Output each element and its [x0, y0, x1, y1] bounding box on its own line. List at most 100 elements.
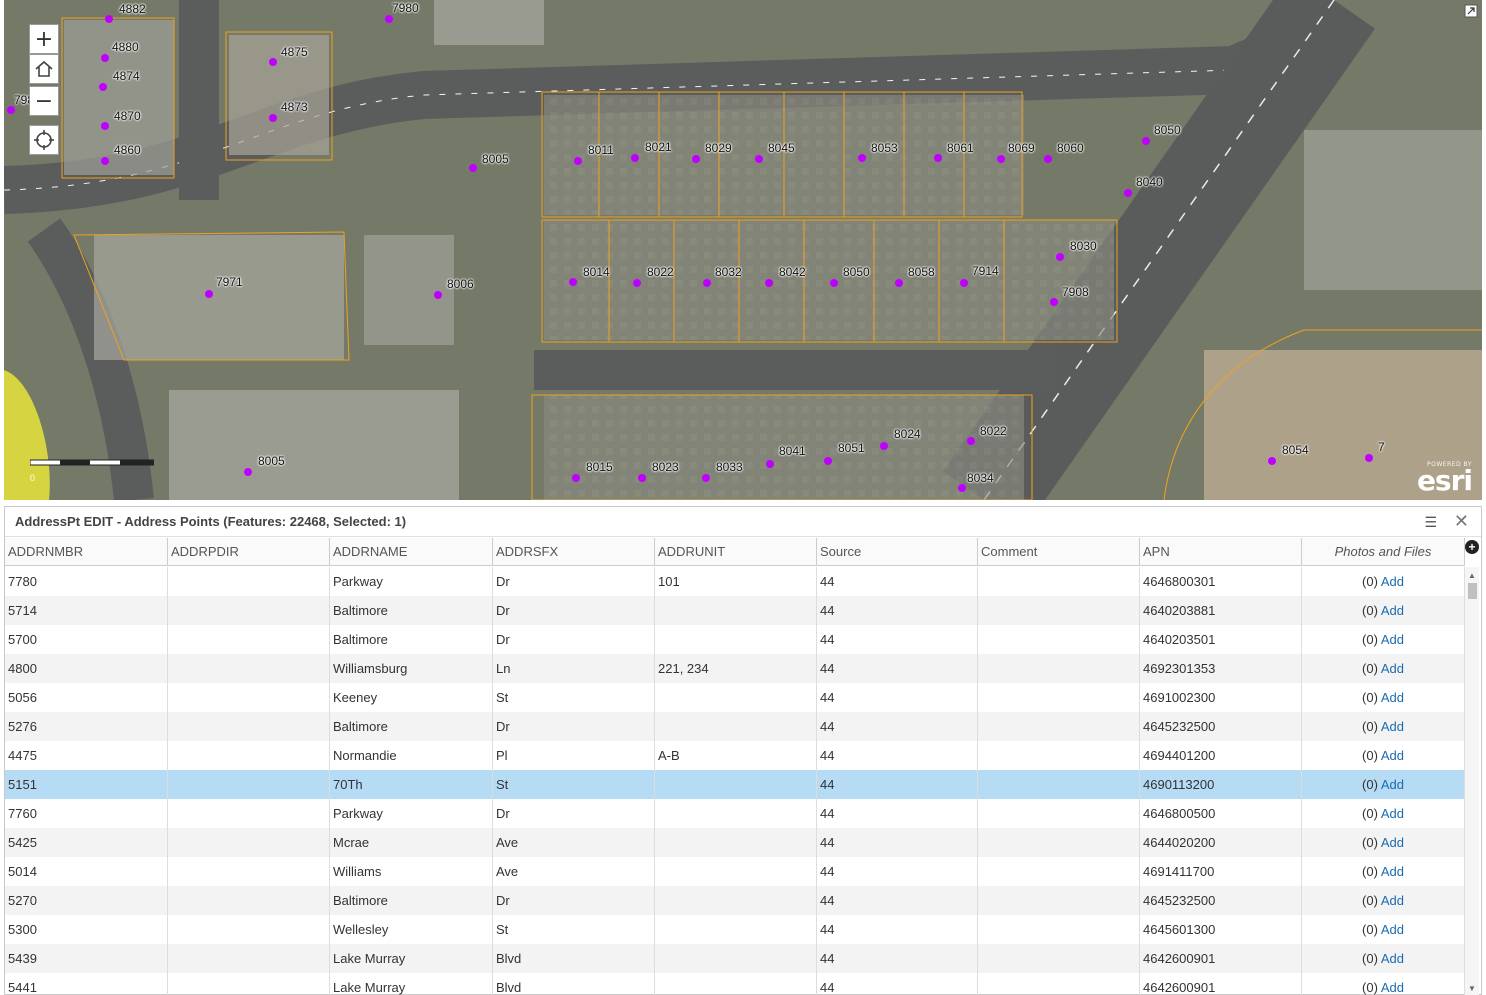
cell-apn[interactable]: 4645232500 — [1140, 886, 1302, 915]
close-icon[interactable]: ✕ — [1454, 511, 1469, 532]
cell-source[interactable]: 44 — [817, 654, 978, 683]
table-row[interactable]: 4475 Normandie Pl A-B 44 4694401200 (0) Add — [5, 741, 1465, 770]
add-attachment-link[interactable]: Add — [1381, 777, 1404, 792]
cell-addrunit[interactable] — [655, 857, 817, 886]
cell-addrunit[interactable] — [655, 886, 817, 915]
cell-source[interactable]: 44 — [817, 596, 978, 625]
cell-comment[interactable] — [978, 828, 1140, 857]
cell-addrname[interactable]: Williams — [330, 857, 493, 886]
table-row[interactable]: 7760 Parkway Dr 44 4646800500 (0) Add — [5, 799, 1465, 828]
table-row[interactable]: 5276 Baltimore Dr 44 4645232500 (0) Add — [5, 712, 1465, 741]
cell-source[interactable]: 44 — [817, 973, 978, 995]
add-attachment-link[interactable]: Add — [1381, 806, 1404, 821]
menu-icon[interactable]: ☰ — [1424, 514, 1437, 531]
cell-addrnmbr[interactable]: 4800 — [5, 654, 168, 683]
cell-source[interactable]: 44 — [817, 828, 978, 857]
add-attachment-link[interactable]: Add — [1381, 632, 1404, 647]
cell-addrsfx[interactable]: St — [493, 915, 655, 944]
cell-apn[interactable]: 4644020200 — [1140, 828, 1302, 857]
column-header-addrname[interactable]: ADDRNAME — [330, 538, 493, 566]
cell-apn[interactable]: 4691411700 — [1140, 857, 1302, 886]
locate-button[interactable] — [29, 125, 59, 155]
table-body[interactable]: 7780 Parkway Dr 101 44 4646800301 (0) Add 5714 B… — [5, 567, 1465, 995]
cell-comment[interactable] — [978, 625, 1140, 654]
add-attachment-link[interactable]: Add — [1381, 864, 1404, 879]
cell-addrsfx[interactable]: Ln — [493, 654, 655, 683]
cell-comment[interactable] — [978, 857, 1140, 886]
cell-addrname[interactable]: Mcrae — [330, 828, 493, 857]
cell-addrsfx[interactable]: Ave — [493, 828, 655, 857]
add-attachment-link[interactable]: Add — [1381, 951, 1404, 966]
add-attachment-link[interactable]: Add — [1381, 574, 1404, 589]
cell-apn[interactable]: 4646800301 — [1140, 567, 1302, 596]
cell-addrunit[interactable]: 221, 234 — [655, 654, 817, 683]
zoom-out-button[interactable]: − — [29, 86, 59, 116]
add-attachment-link[interactable]: Add — [1381, 719, 1404, 734]
column-header-photos-and-files[interactable]: Photos and Files — [1302, 538, 1465, 566]
cell-comment[interactable] — [978, 567, 1140, 596]
cell-comment[interactable] — [978, 683, 1140, 712]
cell-addrsfx[interactable]: Dr — [493, 712, 655, 741]
cell-addrpdir[interactable] — [168, 915, 330, 944]
column-header-source[interactable]: Source — [817, 538, 978, 566]
cell-addrsfx[interactable]: Blvd — [493, 944, 655, 973]
cell-addrunit[interactable] — [655, 973, 817, 995]
cell-addrname[interactable]: Parkway — [330, 567, 493, 596]
cell-addrpdir[interactable] — [168, 596, 330, 625]
column-header-addrunit[interactable]: ADDRUNIT — [655, 538, 817, 566]
cell-addrsfx[interactable]: Dr — [493, 799, 655, 828]
add-column-icon[interactable]: + — [1465, 540, 1479, 554]
table-row[interactable]: 5270 Baltimore Dr 44 4645232500 (0) Add — [5, 886, 1465, 915]
add-attachment-link[interactable]: Add — [1381, 603, 1404, 618]
cell-addrnmbr[interactable]: 5425 — [5, 828, 168, 857]
cell-apn[interactable]: 4692301353 — [1140, 654, 1302, 683]
cell-source[interactable]: 44 — [817, 625, 978, 654]
cell-addrsfx[interactable]: St — [493, 770, 655, 799]
cell-addrname[interactable]: Williamsburg — [330, 654, 493, 683]
cell-apn[interactable]: 4690113200 — [1140, 770, 1302, 799]
vertical-scrollbar[interactable]: ▲ ▼ — [1465, 567, 1479, 995]
cell-comment[interactable] — [978, 654, 1140, 683]
column-header-apn[interactable]: APN — [1140, 538, 1302, 566]
column-header-addrnmbr[interactable]: ADDRNMBR — [5, 538, 168, 566]
cell-addrname[interactable]: 70Th — [330, 770, 493, 799]
cell-apn[interactable]: 4645601300 — [1140, 915, 1302, 944]
cell-addrname[interactable]: Baltimore — [330, 712, 493, 741]
cell-addrsfx[interactable]: Dr — [493, 625, 655, 654]
cell-addrsfx[interactable]: St — [493, 683, 655, 712]
table-row[interactable]: 5014 Williams Ave 44 4691411700 (0) Add — [5, 857, 1465, 886]
cell-addrnmbr[interactable]: 7780 — [5, 567, 168, 596]
cell-addrpdir[interactable] — [168, 886, 330, 915]
cell-comment[interactable] — [978, 712, 1140, 741]
table-row[interactable]: 5439 Lake Murray Blvd 44 4642600901 (0) Add — [5, 944, 1465, 973]
table-row[interactable]: 5700 Baltimore Dr 44 4640203501 (0) Add — [5, 625, 1465, 654]
cell-addrunit[interactable] — [655, 625, 817, 654]
scroll-up-icon[interactable]: ▲ — [1468, 571, 1476, 580]
cell-addrnmbr[interactable]: 5714 — [5, 596, 168, 625]
table-row[interactable]: 5425 Mcrae Ave 44 4644020200 (0) Add — [5, 828, 1465, 857]
cell-addrunit[interactable] — [655, 596, 817, 625]
cell-source[interactable]: 44 — [817, 770, 978, 799]
cell-addrunit[interactable] — [655, 944, 817, 973]
cell-source[interactable]: 44 — [817, 799, 978, 828]
cell-comment[interactable] — [978, 596, 1140, 625]
add-attachment-link[interactable]: Add — [1381, 748, 1404, 763]
cell-addrsfx[interactable]: Dr — [493, 596, 655, 625]
cell-addrunit[interactable] — [655, 712, 817, 741]
zoom-in-button[interactable]: + — [29, 24, 59, 54]
cell-addrpdir[interactable] — [168, 625, 330, 654]
cell-apn[interactable]: 4694401200 — [1140, 741, 1302, 770]
cell-addrnmbr[interactable]: 5700 — [5, 625, 168, 654]
cell-addrnmbr[interactable]: 5151 — [5, 770, 168, 799]
cell-addrpdir[interactable] — [168, 973, 330, 995]
add-attachment-link[interactable]: Add — [1381, 661, 1404, 676]
cell-addrname[interactable]: Lake Murray — [330, 944, 493, 973]
cell-addrnmbr[interactable]: 7760 — [5, 799, 168, 828]
cell-addrnmbr[interactable]: 5270 — [5, 886, 168, 915]
cell-addrname[interactable]: Baltimore — [330, 596, 493, 625]
cell-addrpdir[interactable] — [168, 857, 330, 886]
cell-addrnmbr[interactable]: 5276 — [5, 712, 168, 741]
expand-icon[interactable] — [1464, 4, 1478, 18]
cell-apn[interactable]: 4640203501 — [1140, 625, 1302, 654]
cell-addrsfx[interactable]: Dr — [493, 886, 655, 915]
